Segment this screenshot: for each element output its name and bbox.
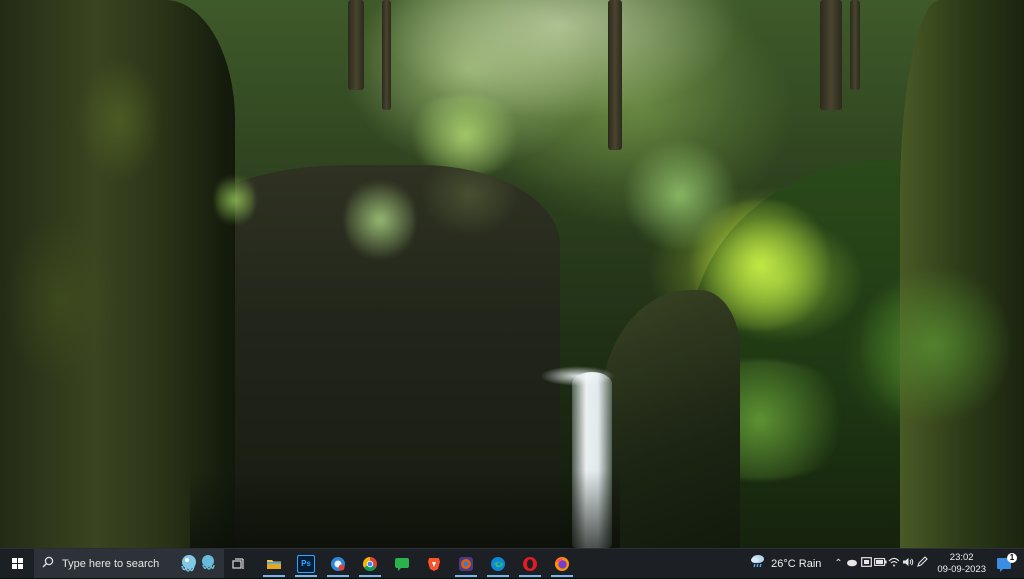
- battery-icon[interactable]: [873, 558, 887, 569]
- taskbar-app-firefox[interactable]: [546, 549, 578, 578]
- pinned-apps: Ps: [258, 549, 578, 578]
- search-highlight-art-icon[interactable]: [176, 552, 220, 574]
- photoshop-icon: Ps: [297, 554, 315, 573]
- taskbar-app-photoshop[interactable]: Ps: [290, 549, 322, 578]
- weather-widget[interactable]: 26°C Rain: [749, 553, 821, 574]
- chrome-icon: [362, 556, 378, 572]
- firefox-icon: [554, 556, 570, 572]
- tablet-icon[interactable]: [859, 557, 873, 570]
- windows-logo-icon: [11, 558, 23, 569]
- cloud-icon[interactable]: [845, 558, 859, 570]
- chevron-up-icon[interactable]: ⌃: [831, 558, 845, 569]
- search-icon: [42, 556, 58, 571]
- taskbar-app-browser[interactable]: [322, 549, 354, 578]
- tree-trunk: [382, 0, 391, 110]
- browser-icon: [330, 556, 346, 572]
- taskbar-app-chrome[interactable]: [354, 549, 386, 578]
- chat-icon: [394, 556, 410, 572]
- right-rock: [600, 290, 740, 548]
- clock-date: 09-09-2023: [937, 563, 986, 575]
- taskbar-app-edge[interactable]: [482, 549, 514, 578]
- fern: [345, 175, 415, 265]
- system-tray: 26°C Rain ⌃ 23:02 09-09-2023 1: [749, 549, 1024, 578]
- canyon-shadow: [190, 470, 620, 548]
- weather-text: 26°C Rain: [771, 557, 822, 570]
- notification-count-badge: 1: [1007, 552, 1017, 563]
- task-view-button[interactable]: [224, 549, 254, 578]
- notification-center-button[interactable]: 1: [992, 552, 1018, 575]
- tree-trunk: [348, 0, 364, 90]
- taskbar-app-opera[interactable]: [514, 549, 546, 578]
- left-cliff: [0, 0, 235, 548]
- desktop-wallpaper: [0, 0, 1024, 548]
- speaker-icon[interactable]: [901, 557, 915, 570]
- firefox-dev-icon: [458, 556, 474, 572]
- clock-time: 23:02: [949, 551, 974, 563]
- taskbar-app-brave[interactable]: [418, 549, 450, 578]
- taskbar: Type here to search Ps 26°C Rain ⌃ 23:02…: [0, 548, 1024, 578]
- folder-icon: [266, 556, 282, 572]
- taskbar-app-messenger[interactable]: [386, 549, 418, 578]
- foliage: [860, 260, 1010, 430]
- search-placeholder: Type here to search: [62, 557, 160, 570]
- rain-cloud-icon: [749, 553, 767, 574]
- brave-icon: [426, 556, 442, 572]
- opera-icon: [522, 556, 538, 572]
- tree-trunk: [608, 0, 622, 150]
- fern: [215, 170, 255, 230]
- edge-icon: [490, 556, 506, 572]
- pen-icon[interactable]: [915, 556, 929, 571]
- tree-trunk: [850, 0, 860, 90]
- taskbar-app-firefox-developer[interactable]: [450, 549, 482, 578]
- task-view-icon: [232, 557, 244, 569]
- tree-trunk: [820, 0, 842, 110]
- start-button[interactable]: [0, 549, 34, 578]
- foliage: [400, 95, 530, 175]
- search-box[interactable]: Type here to search: [34, 549, 224, 578]
- clock[interactable]: 23:02 09-09-2023: [937, 552, 986, 576]
- taskbar-app-file-explorer[interactable]: [258, 549, 290, 578]
- wifi-icon[interactable]: [887, 557, 901, 570]
